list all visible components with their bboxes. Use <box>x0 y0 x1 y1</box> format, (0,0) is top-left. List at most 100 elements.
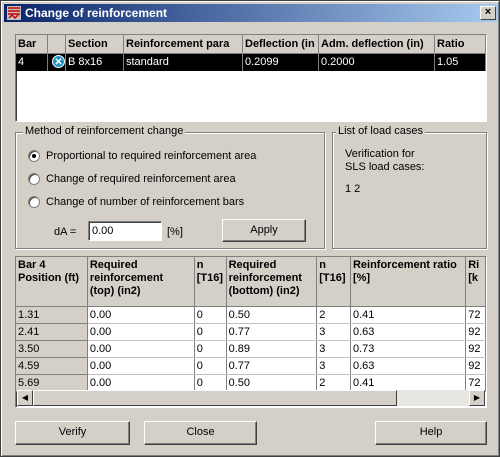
positions-grid[interactable]: Bar 4 Position (ft) Required reinforcement… <box>15 256 487 408</box>
help-button[interactable]: Help <box>375 421 487 445</box>
col-header-ri[interactable]: Ri [k <box>465 257 486 307</box>
col-header-n-bottom[interactable]: n [T16] <box>316 257 351 307</box>
header-line: reinforcement <box>89 272 164 284</box>
table-cell: 0 <box>194 323 227 341</box>
load-cases-group: List of load cases Verification for SLS … <box>332 125 487 249</box>
col-header-position[interactable]: Bar 4 Position (ft) <box>16 257 88 307</box>
row-header: 5.69 <box>16 374 88 392</box>
table-cell: 0.00 <box>87 340 195 358</box>
header-line: Required <box>89 259 138 271</box>
app-icon <box>7 6 21 20</box>
table-row[interactable]: 5.69 0.00 0 0.50 2 0.41 72 <box>16 374 486 392</box>
table-cell: 0.73 <box>350 340 467 358</box>
sls-text: SLS load cases: <box>345 161 425 173</box>
row-header: 3.50 <box>16 340 88 358</box>
row-header: 4.59 <box>16 357 88 375</box>
table-cell: 92 <box>465 323 486 341</box>
col-header-reinforcement-ratio[interactable]: Reinforcement ratio [%] <box>350 257 467 307</box>
table-cell: 0.41 <box>350 306 467 324</box>
table-cell: 0.89 <box>226 340 318 358</box>
method-group: Method of reinforcement change Proportio… <box>15 125 325 249</box>
cell-section: B 8x16 <box>66 54 124 71</box>
load-cases-title: List of load cases <box>336 125 425 137</box>
table-cell: 92 <box>465 340 486 358</box>
row-header: 2.41 <box>16 323 88 341</box>
table-cell: 0.50 <box>226 306 318 324</box>
x-circle-icon: ✕ <box>52 55 65 68</box>
option-change-area[interactable]: Change of required reinforcement area <box>28 173 236 185</box>
table-cell: 0.00 <box>87 374 195 392</box>
table-row[interactable]: 1.31 0.00 0 0.50 2 0.41 72 <box>16 306 486 324</box>
cell-adm-deflection: 0.2000 <box>319 54 435 71</box>
table-cell: 3 <box>316 357 351 375</box>
da-label: dA = <box>54 226 77 238</box>
header-line: n <box>196 259 204 271</box>
window-title: Change of reinforcement <box>25 6 168 20</box>
horizontal-scrollbar[interactable]: ◀ ▶ <box>17 390 485 406</box>
method-group-title: Method of reinforcement change <box>23 125 186 137</box>
option-change-bars[interactable]: Change of number of reinforcement bars <box>28 196 244 208</box>
cell-bar: 4 <box>16 54 48 71</box>
table-cell: 0 <box>194 340 227 358</box>
option-change-bars-label: Change of number of reinforcement bars <box>46 196 245 208</box>
scroll-left-icon[interactable]: ◀ <box>17 390 33 406</box>
cell-param: standard <box>124 54 243 71</box>
header-line: Ri <box>468 259 480 271</box>
col-header-req-top[interactable]: Required reinforcement (top) (in2) <box>87 257 195 307</box>
header-line: Reinforcement ratio <box>352 259 457 271</box>
header-line: Bar 4 <box>18 259 46 271</box>
close-icon[interactable]: × <box>480 6 496 20</box>
table-cell: 2 <box>316 306 351 324</box>
table-row[interactable]: 4.59 0.00 0 0.77 3 0.63 92 <box>16 357 486 375</box>
col-header-bar[interactable]: Bar <box>16 35 48 54</box>
col-header-reinforcement-param[interactable]: Reinforcement para <box>124 35 243 54</box>
close-button[interactable]: Close <box>144 421 257 445</box>
header-line: [T16] <box>319 272 346 284</box>
da-input[interactable]: 0.00 <box>88 221 162 241</box>
header-line: Required <box>228 259 277 271</box>
bars-grid[interactable]: Bar Section Reinforcement para Deflectio… <box>15 34 487 122</box>
da-unit: [%] <box>167 226 183 238</box>
col-header-ratio[interactable]: Ratio <box>435 35 486 54</box>
title-bar[interactable]: Change of reinforcement × <box>4 4 498 22</box>
table-cell: 2 <box>316 374 351 392</box>
table-cell: 0.63 <box>350 357 467 375</box>
table-cell: 0.77 <box>226 323 318 341</box>
scrollbar-thumb[interactable] <box>33 390 397 406</box>
header-line: [k <box>468 272 479 284</box>
table-cell: 3 <box>316 323 351 341</box>
table-cell: 92 <box>465 357 486 375</box>
cell-deflection: 0.2099 <box>243 54 319 71</box>
dialog-window: Change of reinforcement × Bar Section Re… <box>0 0 500 457</box>
verify-button[interactable]: Verify <box>15 421 130 445</box>
scroll-right-icon[interactable]: ▶ <box>469 390 485 406</box>
option-proportional[interactable]: Proportional to required reinforcement a… <box>28 150 256 162</box>
col-header-status[interactable] <box>48 35 66 54</box>
header-line: n <box>319 259 326 271</box>
col-header-n-top[interactable]: n [T16] <box>194 257 227 307</box>
radio-change-bars[interactable] <box>28 196 40 208</box>
table-cell: 72 <box>465 374 486 392</box>
header-line: [%] <box>352 272 371 284</box>
table-row[interactable]: 4 ✕ B 8x16 standard 0.2099 0.2000 1.05 <box>16 54 486 71</box>
radio-proportional[interactable] <box>28 150 40 162</box>
header-line: reinforcement <box>228 272 302 284</box>
table-cell: 0.41 <box>350 374 467 392</box>
table-cell: 0.00 <box>87 306 195 324</box>
verification-text: Verification for <box>345 148 415 160</box>
col-header-deflection[interactable]: Deflection (in <box>243 35 319 54</box>
table-row[interactable]: 3.50 0.00 0 0.89 3 0.73 92 <box>16 340 486 358</box>
apply-button[interactable]: Apply <box>222 219 306 242</box>
table-cell: 0 <box>194 374 227 392</box>
radio-change-area[interactable] <box>28 173 40 185</box>
table-cell: 0.00 <box>87 357 195 375</box>
table-cell: 0.63 <box>350 323 467 341</box>
table-row[interactable]: 2.41 0.00 0 0.77 3 0.63 92 <box>16 323 486 341</box>
col-header-adm-deflection[interactable]: Adm. deflection (in) <box>319 35 435 54</box>
table-cell: 0.50 <box>226 374 318 392</box>
load-cases-list: 1 2 <box>345 183 361 195</box>
option-proportional-label: Proportional to required reinforcement a… <box>46 150 257 162</box>
col-header-section[interactable]: Section <box>66 35 124 54</box>
table-cell: 0.77 <box>226 357 318 375</box>
col-header-req-bottom[interactable]: Required reinforcement (bottom) (in2) <box>226 257 318 307</box>
